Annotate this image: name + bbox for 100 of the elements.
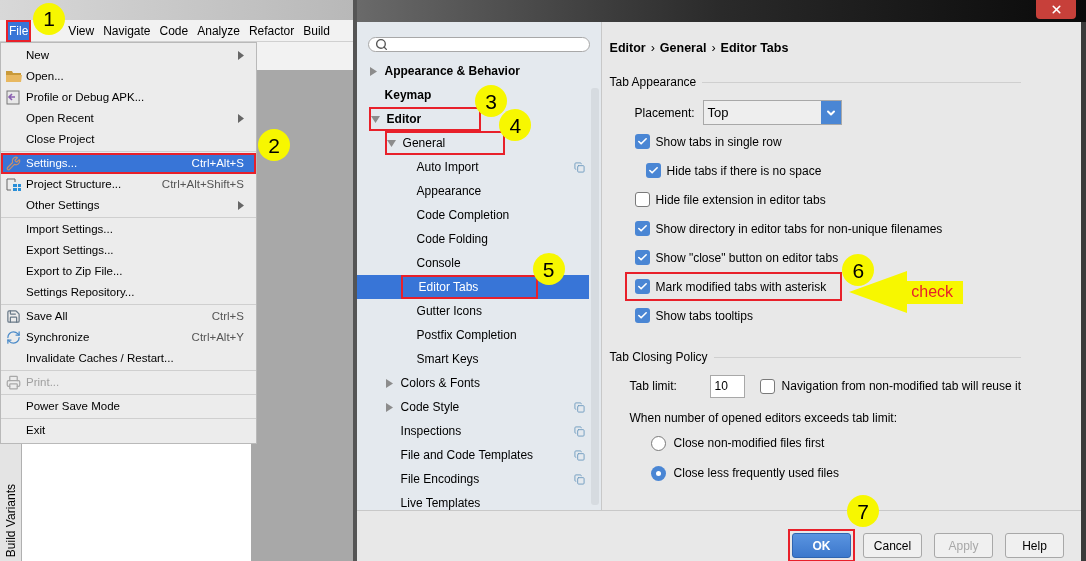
- menu-item[interactable]: New: [1, 45, 256, 66]
- menu-item[interactable]: Project Structure... Ctrl+Alt+Shift+S: [1, 174, 256, 195]
- copy-icon: [573, 425, 585, 437]
- shortcut-text: Ctrl+Alt+Y: [191, 329, 244, 345]
- menu-bar-item[interactable]: Navigate: [100, 19, 154, 42]
- close-button[interactable]: [1036, 0, 1076, 19]
- step-badge: 5: [532, 253, 565, 285]
- step-badge: 3: [475, 85, 508, 117]
- checkbox[interactable]: [634, 221, 650, 236]
- checkbox[interactable]: [634, 279, 650, 294]
- section-title: Tab Appearance: [609, 74, 697, 91]
- breadcrumb-separator: ›: [711, 39, 716, 57]
- collapsed-arrow-icon[interactable]: [384, 378, 394, 388]
- tree-item-label: Postfix Completion: [416, 327, 517, 344]
- dialog-button[interactable]: OK: [792, 533, 851, 558]
- shortcut-text: Ctrl+Alt+Shift+S: [161, 176, 244, 192]
- checkbox[interactable]: [634, 134, 650, 149]
- tab-limit-label: Tab limit:: [629, 378, 678, 395]
- menu-bar-item[interactable]: Analyze: [194, 19, 243, 42]
- tree-item[interactable]: Live Templates: [384, 491, 481, 510]
- radio-label: Close non-modified files first: [673, 435, 825, 452]
- checkbox[interactable]: [634, 192, 650, 207]
- check-icon: [636, 136, 648, 147]
- tree-item-label: Auto Import: [416, 159, 479, 176]
- breadcrumb-item[interactable]: Editor: [609, 38, 646, 58]
- menu-bar-item[interactable]: Build: [300, 19, 333, 42]
- checkbox-label: Show "close" button on editor tabs: [655, 249, 839, 267]
- menu-item[interactable]: Exit: [1, 420, 256, 441]
- tree-item[interactable]: Console: [400, 251, 461, 275]
- checkbox[interactable]: [645, 163, 661, 178]
- tree-item-label: Editor: [386, 111, 422, 128]
- tree-item[interactable]: Appearance & Behavior: [368, 59, 520, 83]
- copy-icon: [573, 449, 585, 461]
- tree-item[interactable]: Inspections: [384, 419, 462, 443]
- tree-item[interactable]: Code Completion: [400, 203, 510, 227]
- build-variants-tab[interactable]: Build Variants: [1, 483, 20, 557]
- tree-item[interactable]: Smart Keys: [400, 347, 479, 371]
- breadcrumb-item[interactable]: Editor Tabs: [720, 38, 789, 58]
- menu-item[interactable]: Export to Zip File...: [1, 261, 256, 282]
- folder-icon: [5, 70, 22, 83]
- menu-item[interactable]: Settings... Ctrl+Alt+S: [1, 153, 256, 174]
- save-icon: [6, 309, 21, 324]
- tree-item[interactable]: Keymap: [368, 83, 432, 107]
- menu-bar-item[interactable]: File: [6, 19, 32, 42]
- menu-bar-item[interactable]: Code: [156, 19, 192, 42]
- radio-button[interactable]: [650, 435, 666, 451]
- menu-item[interactable]: Invalidate Caches / Restart...: [1, 348, 256, 369]
- tree-item[interactable]: Colors & Fonts: [384, 371, 480, 395]
- tree-item[interactable]: Code Style: [384, 395, 460, 419]
- menu-item[interactable]: Settings Repository...: [1, 282, 256, 303]
- section-title: Tab Closing Policy: [609, 349, 708, 366]
- tree-item-label: Console: [416, 255, 461, 272]
- expanded-arrow-icon[interactable]: [370, 114, 380, 124]
- copy-icon: [573, 401, 585, 413]
- step-badge: 6: [842, 254, 875, 286]
- checkbox[interactable]: [634, 308, 650, 323]
- collapsed-arrow-icon[interactable]: [368, 66, 378, 76]
- tree-item[interactable]: Code Folding: [400, 227, 488, 251]
- menu-item[interactable]: Save All Ctrl+S: [1, 306, 256, 327]
- menu-item[interactable]: Export Settings...: [1, 240, 256, 261]
- tab-limit-field[interactable]: 10: [709, 374, 745, 398]
- checkbox[interactable]: [759, 378, 775, 394]
- expanded-arrow-icon[interactable]: [386, 138, 396, 148]
- tree-item-label: General: [402, 135, 446, 152]
- shortcut-text: Ctrl+Alt+S: [191, 155, 244, 171]
- document-icon: [6, 90, 21, 105]
- menu-bar-item[interactable]: Refactor: [245, 19, 298, 42]
- check-icon: [636, 252, 648, 263]
- tree-item[interactable]: Auto Import: [400, 155, 479, 179]
- breadcrumb-item[interactable]: General: [659, 38, 707, 58]
- tree-item[interactable]: Appearance: [400, 179, 482, 203]
- dialog-button[interactable]: Help: [1005, 533, 1064, 558]
- check-icon: [647, 165, 659, 176]
- scrollbar[interactable]: [590, 88, 599, 505]
- menu-bar-item[interactable]: View: [65, 19, 98, 42]
- collapsed-arrow-icon[interactable]: [384, 402, 394, 412]
- submenu-arrow-icon: [238, 114, 244, 123]
- printer-icon: [6, 375, 21, 390]
- menu-item[interactable]: Open...: [1, 66, 256, 87]
- placement-dropdown[interactable]: Top: [702, 100, 842, 125]
- checkbox-label: Show tabs tooltips: [655, 307, 753, 325]
- menu-item[interactable]: Synchronize Ctrl+Alt+Y: [1, 327, 256, 348]
- menu-item[interactable]: Close Project: [1, 129, 256, 150]
- tree-item-label: Appearance & Behavior: [384, 63, 520, 80]
- checkbox-label: Show directory in editor tabs for non-unique filenames: [655, 220, 943, 238]
- tree-item[interactable]: Postfix Completion: [400, 323, 517, 347]
- check-icon: [636, 281, 648, 292]
- tree-item[interactable]: File and Code Templates: [384, 443, 534, 467]
- tree-item[interactable]: Gutter Icons: [400, 299, 482, 323]
- radio-button[interactable]: [650, 465, 666, 481]
- checkbox-label: Hide file extension in editor tabs: [655, 191, 826, 209]
- menu-item[interactable]: Profile or Debug APK...: [1, 87, 256, 108]
- menu-item[interactable]: Other Settings: [1, 195, 256, 216]
- checkbox[interactable]: [634, 250, 650, 265]
- tree-item[interactable]: File Encodings: [384, 467, 480, 491]
- search-field[interactable]: [367, 37, 590, 52]
- menu-item[interactable]: Open Recent: [1, 108, 256, 129]
- menu-item[interactable]: Import Settings...: [1, 219, 256, 240]
- dialog-button[interactable]: Cancel: [863, 533, 922, 558]
- menu-item[interactable]: Power Save Mode: [1, 396, 256, 417]
